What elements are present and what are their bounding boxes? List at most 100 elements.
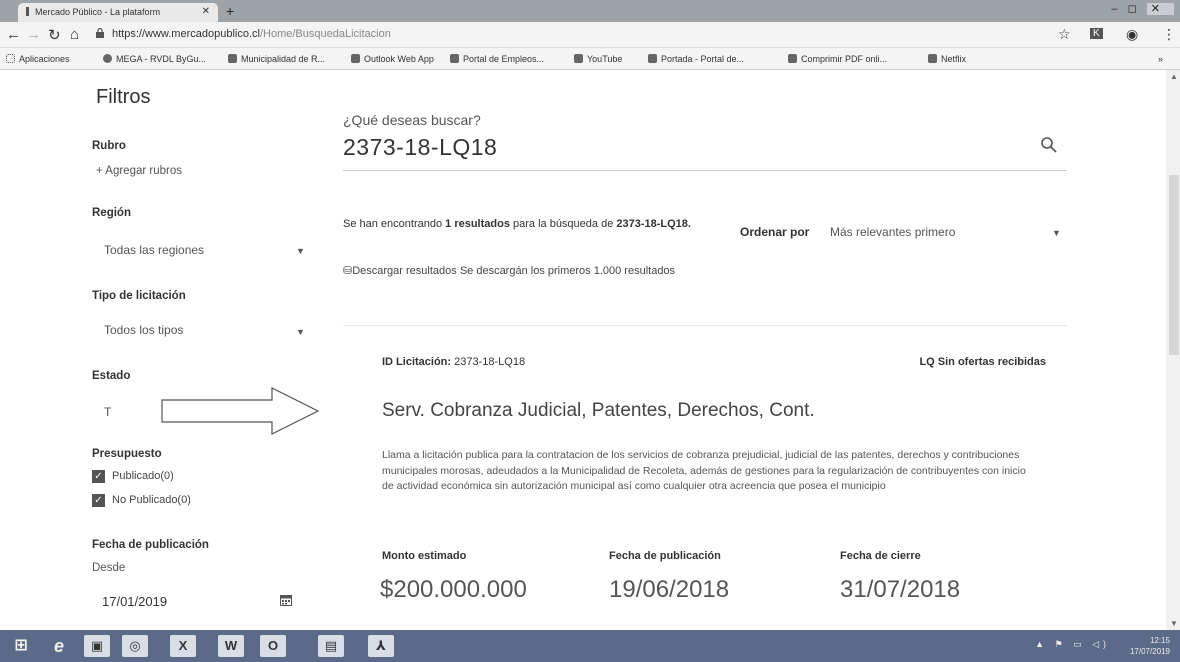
results-term: 2373-18-LQ18. [616, 218, 691, 230]
tab-title: Mercado Público - La plataform [35, 7, 161, 17]
bookmark-star-icon[interactable]: ☆ [1058, 26, 1071, 43]
desde-label: Desde [92, 562, 126, 574]
outlook-taskbar-icon[interactable]: O [260, 635, 286, 657]
bookmark-item[interactable]: Portal de Empleos... [450, 54, 544, 64]
licitacion-id: ID Licitación: 2373-18-LQ18 [382, 356, 525, 368]
download-results-link[interactable]: ⛁Descargar resultados Se descargán los p… [343, 264, 675, 277]
extension-icon[interactable]: ◉ [1126, 26, 1138, 43]
tipo-select[interactable]: Todos los tipos [104, 323, 183, 337]
scrollbar-thumb[interactable] [1169, 175, 1179, 355]
lock-icon [96, 28, 104, 38]
maximize-icon[interactable]: ◻ [1128, 3, 1147, 15]
cierre-value: 31/07/2018 [840, 576, 961, 603]
scroll-down-icon[interactable]: ▼ [1170, 619, 1178, 628]
region-label: Región [92, 207, 131, 219]
no-publicado-label: No Publicado(0) [112, 494, 191, 506]
fecha-publicacion-label: Fecha de publicación [92, 539, 209, 551]
desde-date-input[interactable]: 17/01/2019 [102, 594, 167, 609]
acrobat-icon[interactable]: ⅄ [368, 635, 394, 657]
store-icon[interactable]: ▣ [84, 635, 110, 657]
region-select[interactable]: Todas las regiones [104, 243, 204, 257]
search-icon[interactable] [1040, 136, 1058, 154]
bookmark-item[interactable]: Outlook Web App [351, 54, 434, 64]
id-value: 2373-18-LQ18 [454, 356, 526, 368]
publicado-label: Publicado(0) [112, 470, 174, 482]
bookmark-item[interactable]: Aplicaciones [6, 54, 70, 64]
bookmark-label: Portal de Empleos... [463, 54, 545, 64]
bookmark-item[interactable]: MEGA - RVDL ByGu... [103, 54, 206, 64]
system-tray-icons[interactable]: ▲ ⚑ ▭ ◁) [1035, 639, 1110, 650]
more-bookmarks-icon[interactable]: » [1158, 54, 1163, 64]
tipo-caret-icon[interactable]: ▼ [296, 327, 305, 337]
licitacion-title-link[interactable]: Serv. Cobranza Judicial, Patentes, Derec… [382, 400, 815, 422]
window-controls[interactable]: –◻ ✕ [1112, 2, 1174, 15]
bookmark-label: Outlook Web App [364, 54, 434, 64]
portal-icon [450, 54, 459, 63]
close-tab-icon[interactable]: ✕ [202, 6, 210, 17]
sort-label: Ordenar por [740, 225, 810, 239]
page-content: Filtros Rubro + Agregar rubros Región To… [0, 70, 1166, 630]
menu-kebab-icon[interactable]: ⋮ [1162, 26, 1176, 43]
new-tab-button[interactable]: + [226, 3, 234, 19]
publicacion-label: Fecha de publicación [609, 550, 721, 562]
estado-select[interactable]: T [104, 405, 111, 419]
bookmark-item[interactable]: Portada - Portal de... [648, 54, 744, 64]
sort-caret-icon[interactable]: ▼ [1052, 228, 1061, 238]
windows-start-icon[interactable]: ⊞ [8, 635, 34, 657]
bookmarks-bar: Aplicaciones MEGA - RVDL ByGu... Municip… [0, 48, 1180, 70]
filters-title: Filtros [96, 86, 151, 108]
forward-arrow-icon[interactable]: → [26, 26, 41, 43]
excel-icon[interactable]: X [170, 635, 196, 657]
apps-grid-icon [6, 54, 15, 63]
back-arrow-icon[interactable]: ← [6, 26, 21, 43]
bookmark-item[interactable]: Netflix [928, 54, 966, 64]
tipo-label: Tipo de licitación [92, 290, 186, 302]
bookmark-item[interactable]: Comprimir PDF onli... [788, 54, 887, 64]
portada-icon [648, 54, 657, 63]
clock-date: 17/07/2019 [1129, 647, 1170, 656]
bookmark-label: MEGA - RVDL ByGu... [116, 54, 207, 64]
scroll-up-icon[interactable]: ▲ [1170, 72, 1178, 81]
youtube-icon [574, 54, 583, 63]
address-bar-row: ← → ↻ ⌂ https://www.mercadopublico.cl/Ho… [0, 22, 1180, 48]
no-publicado-checkbox[interactable]: ✓ [92, 494, 105, 507]
bookmark-label: YouTube [587, 54, 623, 64]
id-label: ID Licitación: [382, 356, 452, 368]
word-icon[interactable]: W [218, 635, 244, 657]
add-rubros-link[interactable]: + Agregar rubros [96, 165, 182, 177]
extension-k-icon[interactable]: K [1090, 28, 1103, 39]
publicado-checkbox[interactable]: ✓ [92, 470, 105, 483]
minimize-icon[interactable]: – [1112, 3, 1128, 15]
sort-select[interactable]: Más relevantes primero [830, 225, 955, 239]
reload-icon[interactable]: ↻ [48, 26, 61, 44]
favicon-icon [26, 7, 29, 16]
search-input[interactable]: 2373-18-LQ18 [343, 134, 497, 161]
home-icon[interactable]: ⌂ [70, 26, 79, 43]
taskbar-clock[interactable]: 12:15 17/07/2019 [1130, 635, 1170, 657]
bookmark-item[interactable]: Municipalidad de R... [228, 54, 325, 64]
download-icon: ⛁ [343, 265, 353, 277]
presupuesto-label: Presupuesto [92, 448, 162, 460]
bookmark-label: Netflix [941, 54, 967, 64]
internet-explorer-icon[interactable]: e [46, 635, 72, 657]
close-window-icon[interactable]: ✕ [1146, 3, 1174, 15]
browser-tab[interactable]: Mercado Público - La plataform ✕ [18, 3, 218, 22]
calendar-icon[interactable] [280, 594, 292, 606]
browser-tab-bar: Mercado Público - La plataform ✕ + –◻ ✕ [0, 0, 1180, 22]
page-scrollbar[interactable]: ▲ ▼ [1166, 70, 1180, 630]
search-prompt: ¿Qué deseas buscar? [343, 112, 481, 128]
bookmark-item[interactable]: YouTube [574, 54, 622, 64]
netflix-icon [928, 54, 937, 63]
cierre-label: Fecha de cierre [840, 550, 921, 562]
region-caret-icon[interactable]: ▼ [296, 246, 305, 256]
file-explorer-icon[interactable]: ▤ [318, 635, 344, 657]
arrow-annotation-icon [161, 387, 320, 435]
status-badge: LQ Sin ofertas recibidas [919, 356, 1046, 368]
mega-icon [103, 54, 112, 63]
pdf-icon [788, 54, 797, 63]
monto-label: Monto estimado [382, 550, 467, 562]
results-suffix: para la búsqueda de [509, 218, 617, 230]
chrome-icon[interactable]: ◎ [122, 635, 148, 657]
url-field[interactable]: https://www.mercadopublico.cl/Home/Busqu… [112, 28, 391, 40]
url-host: https://www.mercadopublico.cl [112, 28, 260, 40]
